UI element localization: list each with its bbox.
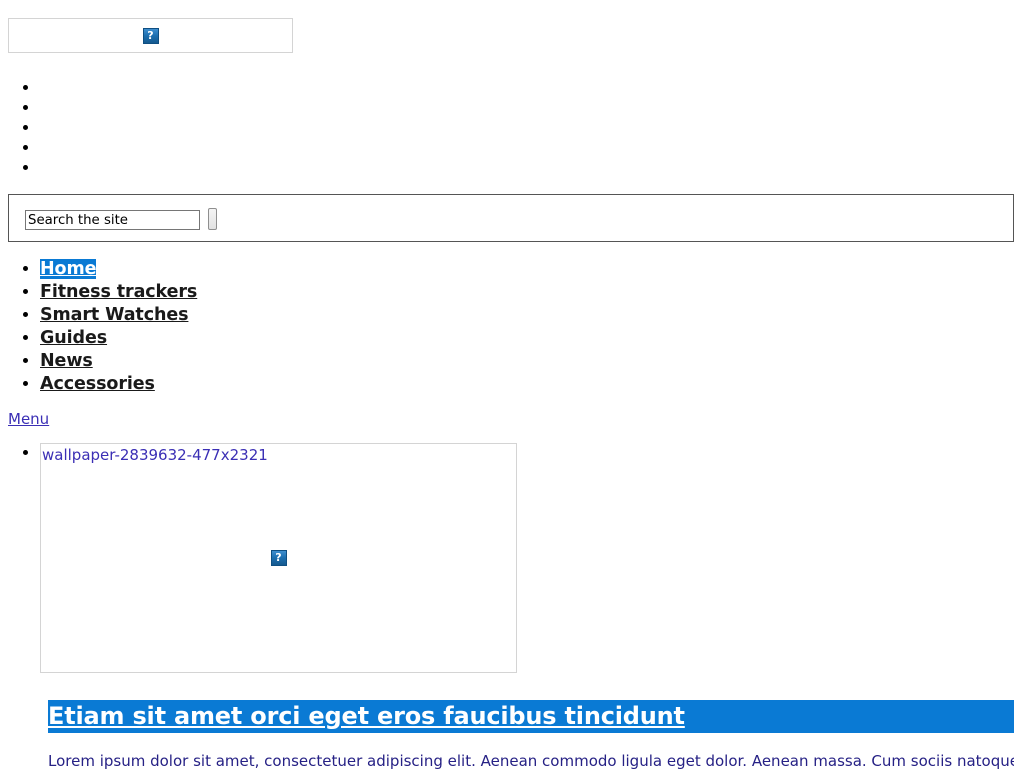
broken-image-icon: ? [270, 550, 287, 566]
nav-item-fitness-trackers[interactable]: Fitness trackers [40, 280, 1024, 303]
post-title-link[interactable]: Etiam sit amet orci eget eros faucibus t… [48, 702, 685, 730]
featured-image-alt-text: wallpaper-2839632-477x2321 [42, 446, 268, 464]
nav-link-news[interactable]: News [40, 351, 93, 371]
list-item[interactable] [40, 78, 1024, 98]
featured-image-placeholder: wallpaper-2839632-477x2321 ? [40, 443, 517, 673]
post-title: Etiam sit amet orci eget eros faucibus t… [48, 700, 1014, 733]
search-form [8, 194, 1014, 242]
nav-link-accessories[interactable]: Accessories [40, 374, 155, 394]
main-navigation: Home Fitness trackers Smart Watches Guid… [0, 257, 1024, 395]
menu-toggle-link[interactable]: Menu [8, 410, 49, 428]
nav-link-guides[interactable]: Guides [40, 328, 107, 348]
featured-slider-list: wallpaper-2839632-477x2321 ? [0, 443, 1024, 673]
search-input[interactable] [25, 210, 200, 230]
nav-link-fitness-trackers[interactable]: Fitness trackers [40, 282, 197, 302]
social-links-list [0, 78, 1024, 178]
nav-item-guides[interactable]: Guides [40, 326, 1024, 349]
list-item[interactable] [40, 98, 1024, 118]
nav-item-accessories[interactable]: Accessories [40, 372, 1024, 395]
header-banner: ? [8, 18, 293, 53]
nav-item-home[interactable]: Home [40, 257, 1024, 280]
nav-link-smart-watches[interactable]: Smart Watches [40, 305, 189, 325]
post-excerpt: Lorem ipsum dolor sit amet, consectetuer… [48, 752, 1014, 770]
list-item[interactable] [40, 138, 1024, 158]
list-item[interactable] [40, 118, 1024, 138]
list-item[interactable]: wallpaper-2839632-477x2321 ? [40, 443, 1024, 673]
nav-link-home[interactable]: Home [40, 259, 96, 279]
list-item[interactable] [40, 158, 1024, 178]
search-submit-button[interactable] [208, 208, 217, 230]
nav-item-news[interactable]: News [40, 349, 1024, 372]
nav-item-smart-watches[interactable]: Smart Watches [40, 303, 1024, 326]
broken-image-icon: ? [142, 27, 159, 44]
